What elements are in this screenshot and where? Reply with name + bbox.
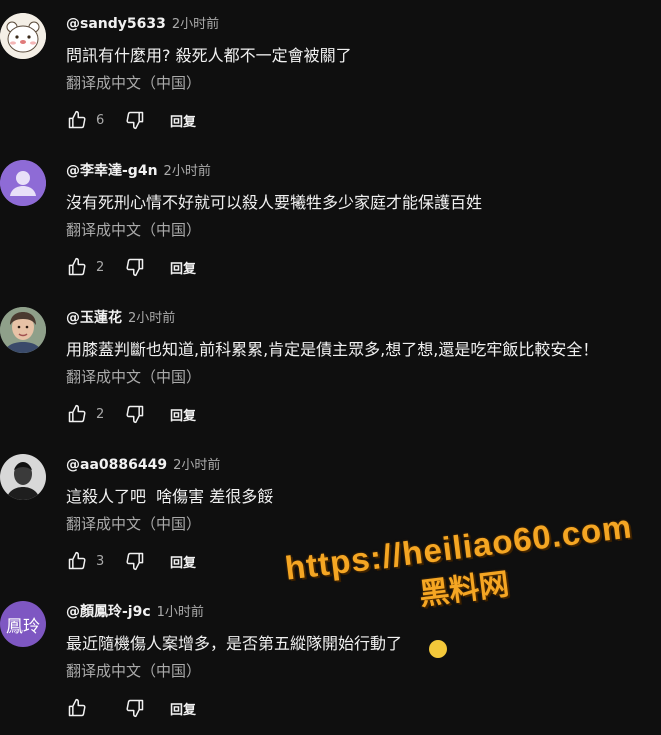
- user-photo-icon: [0, 307, 46, 353]
- thumbs-down-icon: [126, 111, 144, 130]
- thumbs-down-icon: [126, 405, 144, 424]
- translate-link[interactable]: 翻译成中文（中国）: [66, 660, 201, 681]
- thumbs-up-icon: [68, 551, 86, 570]
- avatar[interactable]: [0, 13, 46, 59]
- like-button[interactable]: [66, 697, 88, 719]
- dislike-button[interactable]: [124, 109, 146, 131]
- like-count: 3: [96, 553, 105, 569]
- user-photo-icon: [0, 454, 46, 500]
- comment-text: 沒有死刑心情不好就可以殺人要犧牲多少家庭才能保護百姓: [66, 193, 483, 212]
- dislike-button[interactable]: [124, 403, 146, 425]
- comment-actions: 6 回复: [66, 107, 196, 133]
- comment-time[interactable]: 1小时前: [157, 601, 204, 620]
- thumbs-up-icon: [68, 257, 86, 276]
- comment-item: 鳳玲 @顏鳳玲-j9c 1小时前 最近隨機傷人案增多，是否第五縱隊開始行動了 翻…: [0, 588, 661, 735]
- thumbs-down-icon: [126, 552, 144, 571]
- thumbs-down-icon: [126, 258, 144, 277]
- avatar[interactable]: [0, 454, 46, 500]
- dislike-button[interactable]: [124, 697, 146, 719]
- reply-button[interactable]: 回复: [170, 258, 196, 277]
- reply-button[interactable]: 回复: [170, 699, 196, 718]
- translate-link[interactable]: 翻译成中文（中国）: [66, 366, 201, 387]
- comment-item: @李幸達-g4n 2小时前 沒有死刑心情不好就可以殺人要犧牲多少家庭才能保護百姓…: [0, 147, 661, 294]
- comment-actions: 2 回复: [66, 254, 196, 280]
- emoji-icon: [429, 640, 447, 658]
- reply-button[interactable]: 回复: [170, 552, 196, 571]
- avatar[interactable]: [0, 160, 46, 206]
- comment-text: 這殺人了吧 啥傷害 差很多餒: [66, 487, 274, 506]
- comment-author[interactable]: @顏鳳玲-j9c: [66, 601, 151, 621]
- thumbs-up-icon: [68, 698, 86, 717]
- comment-text: 最近隨機傷人案增多，是否第五縱隊開始行動了: [66, 634, 403, 653]
- comment-text: 問訊有什麼用? 殺死人都不一定會被關了: [66, 46, 352, 65]
- comment-time[interactable]: 2小时前: [128, 307, 175, 326]
- reply-button[interactable]: 回复: [170, 405, 196, 424]
- comment-time[interactable]: 2小时前: [164, 160, 211, 179]
- comment-item: @aa0886449 2小时前 這殺人了吧 啥傷害 差很多餒 翻译成中文（中国）…: [0, 441, 661, 588]
- comment-actions: 3 回复: [66, 548, 196, 574]
- comment-actions: 2 回复: [66, 401, 196, 427]
- avatar-initials: 鳳玲: [6, 616, 40, 637]
- translate-link[interactable]: 翻译成中文（中国）: [66, 513, 201, 534]
- comment-author[interactable]: @玉蓮花: [66, 307, 122, 327]
- comment-item: @sandy5633 2小时前 問訊有什麼用? 殺死人都不一定會被關了 翻译成中…: [0, 0, 661, 147]
- translate-link[interactable]: 翻译成中文（中国）: [66, 219, 201, 240]
- dislike-button[interactable]: [124, 256, 146, 278]
- like-button[interactable]: [66, 403, 88, 425]
- reply-button[interactable]: 回复: [170, 111, 196, 130]
- like-count: 2: [96, 259, 105, 275]
- avatar[interactable]: [0, 307, 46, 353]
- comment-author[interactable]: @aa0886449: [66, 457, 167, 473]
- thumbs-up-icon: [68, 404, 86, 423]
- comment-time[interactable]: 2小时前: [172, 13, 219, 32]
- comment-item: @玉蓮花 2小时前 用膝蓋判斷也知道,前科累累,肯定是債主眾多,想了想,還是吃牢…: [0, 294, 661, 441]
- like-count: 2: [96, 406, 105, 422]
- comment-author[interactable]: @李幸達-g4n: [66, 160, 158, 180]
- thumbs-down-icon: [126, 699, 144, 718]
- comment-actions: 回复: [66, 695, 196, 721]
- avatar[interactable]: 鳳玲: [0, 601, 46, 647]
- like-button[interactable]: [66, 109, 88, 131]
- person-icon: [0, 160, 46, 206]
- like-button[interactable]: [66, 550, 88, 572]
- comment-text: 用膝蓋判斷也知道,前科累累,肯定是債主眾多,想了想,還是吃牢飯比較安全！: [66, 340, 599, 359]
- like-count: 6: [96, 112, 105, 128]
- dislike-button[interactable]: [124, 550, 146, 572]
- comment-time[interactable]: 2小时前: [173, 454, 220, 473]
- comment-author[interactable]: @sandy5633: [66, 16, 166, 32]
- thumbs-up-icon: [68, 110, 86, 129]
- translate-link[interactable]: 翻译成中文（中国）: [66, 72, 201, 93]
- cartoon-bear-icon: [0, 13, 46, 59]
- like-button[interactable]: [66, 256, 88, 278]
